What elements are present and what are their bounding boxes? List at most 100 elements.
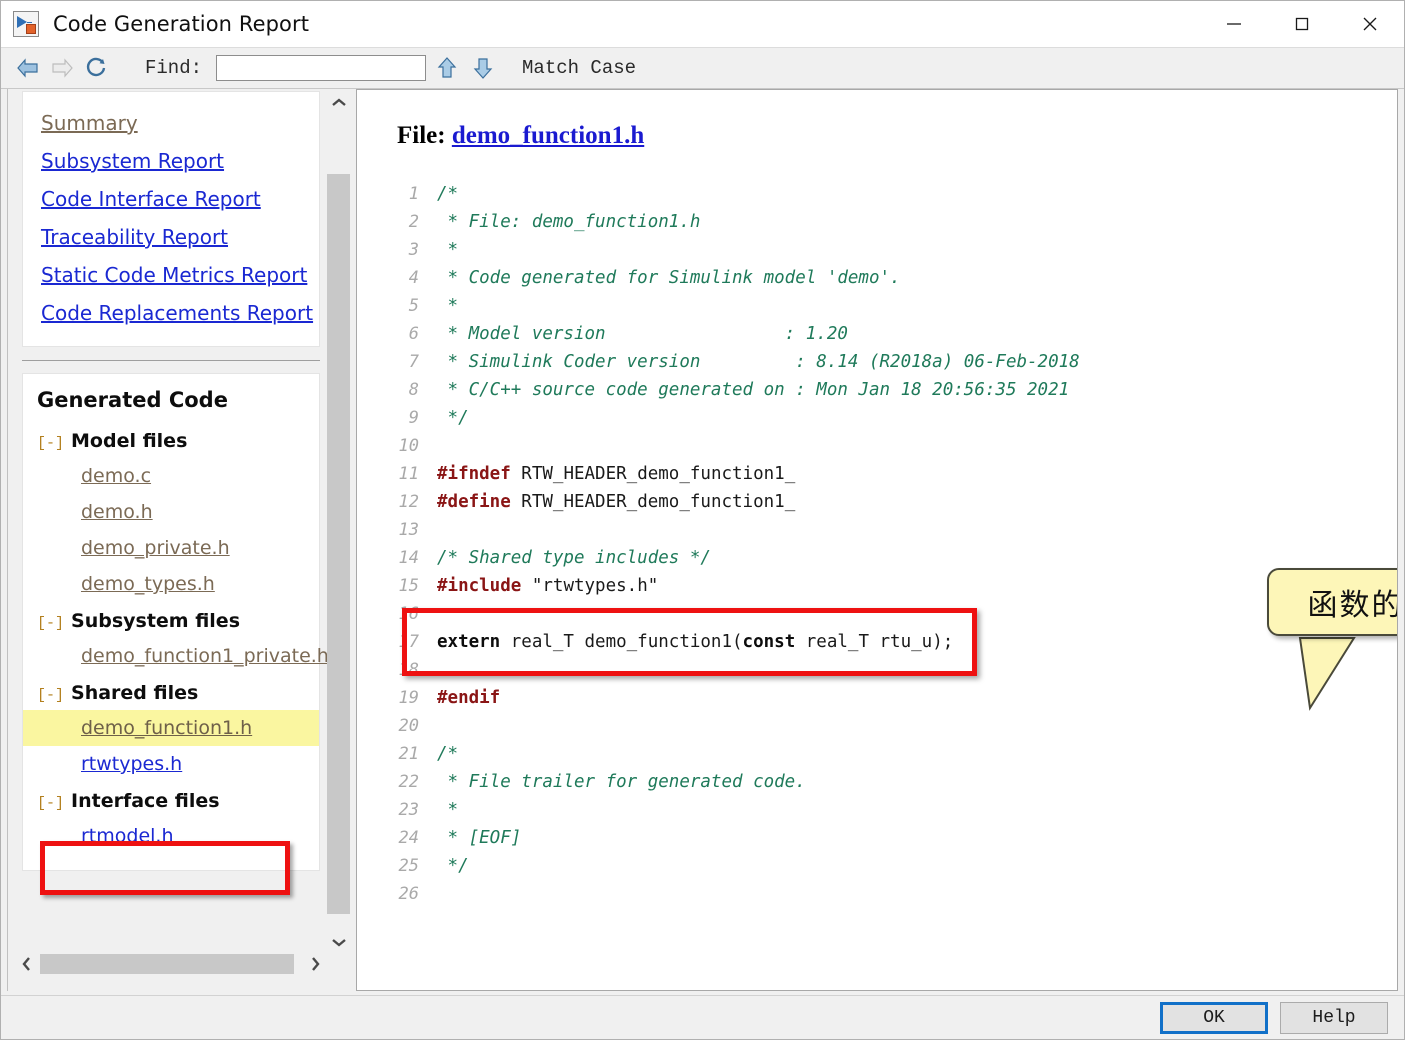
line-number: 15 (377, 572, 419, 600)
code-token: */ (437, 856, 469, 876)
code-listing: 1/*2 * File: demo_function1.h3 *4 * Code… (377, 180, 1397, 908)
line-number: 2 (377, 208, 419, 236)
code-line: 5 * (377, 292, 1397, 320)
tree-file-link[interactable]: rtwtypes.h (23, 746, 319, 782)
tree-group-header[interactable]: [-]Model files (23, 422, 319, 458)
tree-file-link[interactable]: demo_function1.h (23, 710, 252, 746)
file-label: File: (397, 122, 446, 149)
line-number: 21 (377, 740, 419, 768)
maximize-icon[interactable] (1268, 1, 1336, 47)
code-token: real_T rtu_u); (795, 632, 953, 652)
chevron-left-icon[interactable] (14, 951, 40, 977)
simulink-model-icon (13, 11, 39, 37)
line-number: 12 (377, 488, 419, 516)
line-number: 9 (377, 404, 419, 432)
line-number: 13 (377, 516, 419, 544)
line-number: 14 (377, 544, 419, 572)
tree-group-header[interactable]: [-]Shared files (23, 674, 319, 710)
tree-group-header[interactable]: [-] Subsystem files (23, 602, 319, 638)
code-line: 12#define RTW_HEADER_demo_function1_ (377, 488, 1397, 516)
file-name-link[interactable]: demo_function1.h (452, 122, 644, 149)
line-number: 10 (377, 432, 419, 460)
scrollbar-thumb[interactable] (327, 174, 350, 914)
tree-group-label: Subsystem files (71, 610, 240, 632)
code-token: RTW_HEADER_demo_function1_ (511, 492, 795, 512)
code-line: 11#ifndef RTW_HEADER_demo_function1_ (377, 460, 1397, 488)
code-token: /* (437, 184, 458, 204)
generated-code-panel: Generated Code [-]Model filesdemo.cdemo.… (22, 373, 320, 871)
sidebar-report-link[interactable]: Traceability Report (23, 218, 319, 256)
annotation-callout-text: 函数的外部声明 (1308, 580, 1399, 624)
window-title: Code Generation Report (53, 12, 309, 36)
tree-file-link[interactable]: demo.c (23, 458, 319, 494)
tree-file-link[interactable]: rtmodel.h (23, 818, 319, 854)
sidebar-report-link[interactable]: Static Code Metrics Report (23, 256, 319, 294)
code-line: 26 (377, 880, 1397, 908)
code-line: 18 (377, 656, 1397, 684)
title-bar: Code Generation Report (1, 1, 1404, 47)
chevron-down-icon[interactable] (327, 930, 350, 953)
code-line: 2 * File: demo_function1.h (377, 208, 1397, 236)
sidebar-horizontal-scrollbar[interactable] (14, 951, 328, 977)
code-generation-report-window: Code Generation Report (0, 0, 1405, 1040)
code-line: 7 * Simulink Coder version : 8.14 (R2018… (377, 348, 1397, 376)
tree-file-link[interactable]: demo_function1_private.h (23, 638, 319, 674)
page-title: Generated Code (23, 384, 319, 422)
line-number: 19 (377, 684, 419, 712)
match-case-label[interactable]: Match Case (522, 57, 636, 79)
code-line: 16 (377, 600, 1397, 628)
sidebar-report-link[interactable]: Code Replacements Report (23, 294, 319, 332)
line-number: 5 (377, 292, 419, 320)
collapse-toggle-icon[interactable]: [-] (37, 687, 64, 704)
scrollbar-thumb-horizontal[interactable] (40, 954, 294, 974)
scrollbar-track[interactable] (327, 114, 350, 930)
close-icon[interactable] (1336, 1, 1404, 47)
sidebar: SummarySubsystem ReportCode Interface Re… (7, 89, 352, 991)
content-area: SummarySubsystem ReportCode Interface Re… (1, 89, 1404, 997)
chevron-right-icon[interactable] (302, 951, 328, 977)
line-number: 20 (377, 712, 419, 740)
code-token: const (743, 632, 796, 652)
tree-group-header[interactable]: [-] Interface files (23, 782, 319, 818)
collapse-toggle-icon[interactable]: [-] (37, 435, 64, 452)
reload-icon[interactable] (79, 51, 113, 85)
code-token: * File: demo_function1.h (437, 212, 700, 232)
ok-button[interactable]: OK (1160, 1002, 1268, 1034)
code-line: 1 /* (377, 180, 1397, 208)
tree-file-link[interactable]: demo_types.h (23, 566, 319, 602)
code-token: * (437, 240, 458, 260)
code-token: * File trailer for generated code. (437, 772, 806, 792)
line-number: 11 (377, 460, 419, 488)
code-line: 9 */ (377, 404, 1397, 432)
line-number: 1 (377, 180, 419, 208)
back-arrow-icon[interactable] (11, 51, 45, 85)
chevron-up-icon[interactable] (327, 91, 350, 114)
arrow-down-icon[interactable] (468, 51, 498, 85)
tree-group-label: Interface files (71, 790, 220, 812)
tree-file-link[interactable]: demo_private.h (23, 530, 319, 566)
line-number: 17 (377, 628, 419, 656)
annotation-callout: 函数的外部声明 (1267, 568, 1398, 636)
collapse-toggle-icon[interactable]: [-] (37, 615, 64, 632)
sidebar-report-link[interactable]: Subsystem Report (23, 142, 319, 180)
search-input[interactable] (216, 55, 426, 81)
collapse-toggle-icon[interactable]: [-] (37, 795, 64, 812)
scrollbar-track-horizontal[interactable] (40, 954, 302, 974)
sidebar-divider (22, 360, 320, 361)
code-token: */ (437, 408, 469, 428)
sidebar-report-link[interactable]: Summary (23, 104, 319, 142)
sidebar-vertical-scrollbar[interactable] (327, 91, 350, 953)
code-line: 19#endif (377, 684, 1397, 712)
sidebar-report-link[interactable]: Code Interface Report (23, 180, 319, 218)
code-token: #ifndef (437, 464, 511, 484)
code-token: /* (437, 744, 458, 764)
tree-file-row: demo_function1.h (23, 710, 319, 746)
help-button[interactable]: Help (1280, 1002, 1388, 1034)
window-controls (1200, 1, 1404, 47)
line-number: 23 (377, 796, 419, 824)
code-line: 10 (377, 432, 1397, 460)
arrow-up-icon[interactable] (432, 51, 462, 85)
code-line: 17extern real_T demo_function1(const rea… (377, 628, 1397, 656)
tree-file-link[interactable]: demo.h (23, 494, 319, 530)
minimize-icon[interactable] (1200, 1, 1268, 47)
